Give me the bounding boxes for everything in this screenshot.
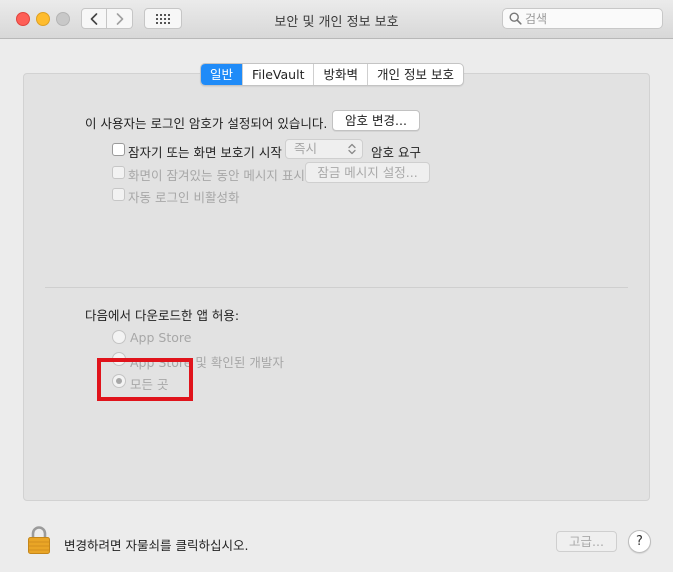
password-status-text: 이 사용자는 로그인 암호가 설정되어 있습니다. [85, 116, 328, 131]
set-lock-message-button[interactable]: 잠금 메시지 설정... [305, 162, 430, 183]
tab-firewall[interactable]: 방화벽 [313, 64, 367, 85]
lock-icon[interactable] [27, 525, 51, 555]
tab-bar: 일반 FileVault 방화벽 개인 정보 보호 [200, 63, 464, 86]
section-divider [45, 287, 628, 288]
tab-filevault[interactable]: FileVault [242, 64, 313, 85]
updown-arrows-icon [348, 143, 356, 155]
radio-app-store[interactable] [112, 330, 126, 344]
advanced-button[interactable]: 고급... [556, 531, 617, 552]
require-password-checkbox[interactable] [112, 143, 125, 156]
lock-message-checkbox[interactable] [112, 166, 125, 179]
tab-privacy[interactable]: 개인 정보 보호 [367, 64, 463, 85]
downloads-heading: 다음에서 다운로드한 앱 허용: [85, 308, 240, 323]
require-password-suffix: 암호 요구 [371, 145, 421, 160]
search-input[interactable] [525, 10, 655, 27]
radio-app-store-label: App Store [130, 330, 192, 345]
change-password-button[interactable]: 암호 변경... [332, 110, 420, 131]
help-button[interactable]: ? [628, 530, 651, 553]
require-password-label: 잠자기 또는 화면 보호기 시작 [128, 145, 282, 160]
disable-auto-login-checkbox[interactable] [112, 188, 125, 201]
search-icon [509, 12, 522, 25]
disable-auto-login-label: 자동 로그인 비활성화 [128, 190, 240, 205]
tab-general[interactable]: 일반 [201, 64, 243, 85]
highlight-annotation [97, 358, 193, 401]
title-bar: 보안 및 개인 정보 보호 [0, 0, 673, 39]
require-password-delay-select[interactable]: 즉시 [285, 139, 363, 159]
help-icon: ? [636, 534, 643, 549]
require-password-delay-value: 즉시 [294, 141, 318, 156]
lock-message-text: 변경하려면 자물쇠를 클릭하십시오. [64, 538, 249, 553]
search-field[interactable] [502, 8, 663, 29]
lock-message-label: 화면이 잠겨있는 동안 메시지 표시 [128, 168, 305, 183]
